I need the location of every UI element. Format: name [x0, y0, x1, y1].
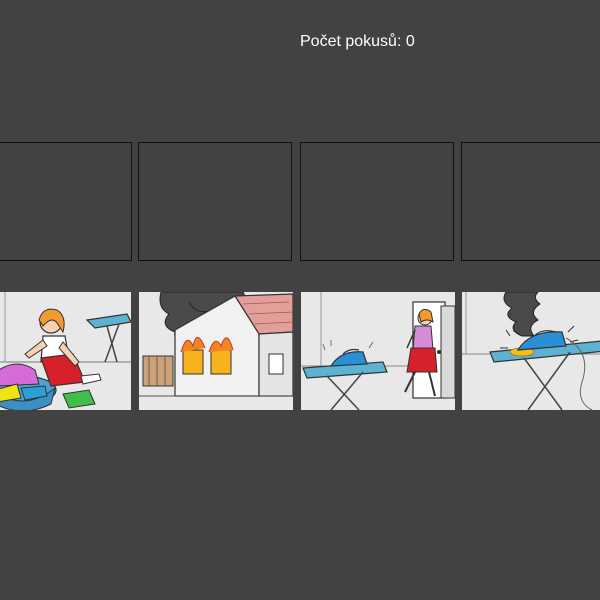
girl-sorting-laundry-illustration — [0, 292, 131, 410]
card-girl-leaving-iron-on[interactable] — [301, 292, 455, 410]
card-iron-burning-board[interactable] — [462, 292, 600, 410]
card-girl-sorting-laundry[interactable] — [0, 292, 131, 410]
drop-slot-3[interactable] — [300, 142, 454, 261]
card-house-on-fire[interactable] — [139, 292, 293, 410]
drop-slot-2[interactable] — [138, 142, 292, 261]
drop-slot-1[interactable] — [0, 142, 132, 261]
house-on-fire-illustration — [139, 292, 293, 410]
drop-slot-4[interactable] — [461, 142, 600, 261]
attempts-counter: Počet pokusů: 0 — [300, 33, 415, 50]
girl-leaving-iron-on-illustration — [301, 292, 455, 410]
iron-burning-board-illustration — [462, 292, 600, 410]
